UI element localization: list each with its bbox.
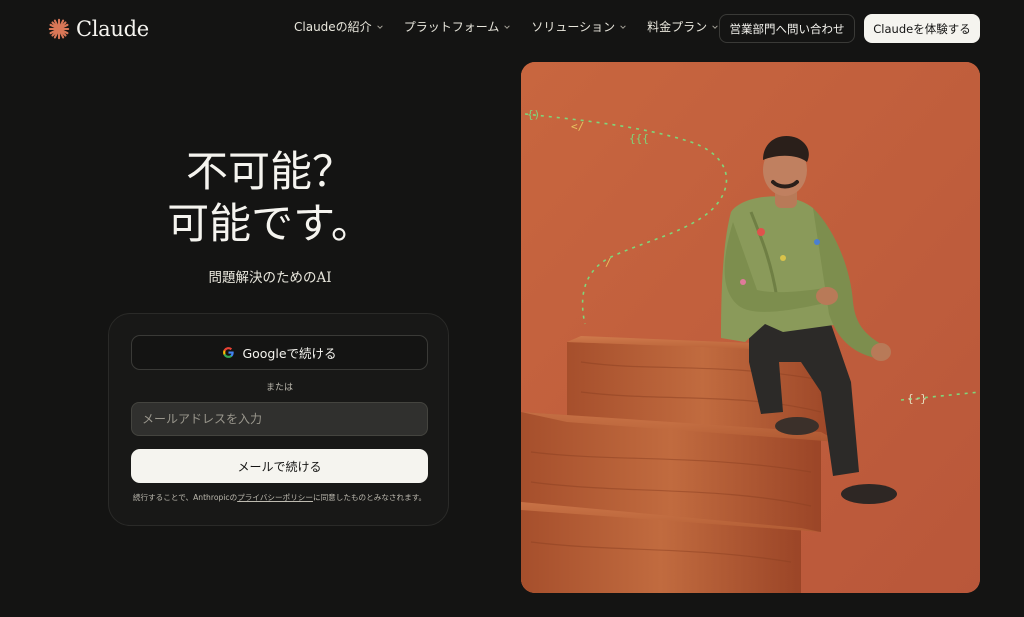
login-card: Googleで続ける または メールで続ける 続行することで、Anthropic… <box>108 313 449 526</box>
chevron-down-icon <box>712 24 718 29</box>
contact-sales-button[interactable]: 営業部門へ問い合わせ <box>719 14 855 43</box>
logo[interactable]: Claude <box>48 13 149 45</box>
nav-item-label: Claudeの紹介 <box>294 20 372 34</box>
legal-prefix: 続行することで、Anthropicの <box>132 493 238 502</box>
nav-item-pricing[interactable]: 料金プラン <box>647 18 719 35</box>
chevron-down-icon <box>376 24 383 29</box>
hero-image: {) </ {{{ {-} / <box>521 62 980 593</box>
google-continue-button[interactable]: Googleで続ける <box>131 335 428 370</box>
hero-illustration: {) </ {{{ {-} / <box>521 62 980 593</box>
hero-headline-line2: 可能です。 <box>167 199 373 248</box>
try-claude-button[interactable]: Claudeを体験する <box>864 14 980 43</box>
legal-suffix: に同意したものとみなされます。 <box>312 493 427 502</box>
nav-item-platform[interactable]: プラットフォーム <box>404 18 512 35</box>
claude-spark-icon <box>48 18 70 40</box>
nav-item-solutions[interactable]: ソリューション <box>531 18 627 35</box>
hero-subhead: 問題解決のためのAI <box>208 270 332 286</box>
nav-item-label: 料金プラン <box>647 20 708 34</box>
site-header: Claude Claudeの紹介 プラットフォーム ソリューション 料金プラン … <box>0 0 1024 58</box>
code-glyph: / <box>605 256 612 269</box>
google-button-label: Googleで続ける <box>242 346 337 361</box>
hero-headline-line1: 不可能？ <box>185 147 354 196</box>
chevron-down-icon <box>620 24 626 29</box>
code-glyph: {{{ <box>629 132 649 145</box>
wooden-steps-graphic <box>521 336 839 593</box>
legal-notice: 続行することで、Anthropicのプライバシーポリシーに同意したものとみなされ… <box>109 492 450 503</box>
google-icon <box>223 347 235 358</box>
code-glyph: {) <box>527 108 540 121</box>
email-continue-button[interactable]: メールで続ける <box>131 449 428 483</box>
code-glyph: {-} <box>907 392 927 405</box>
privacy-policy-link[interactable]: プライバシーポリシー <box>237 493 313 502</box>
code-glyph: </ <box>571 120 584 133</box>
nav-item-about[interactable]: Claudeの紹介 <box>294 18 384 35</box>
chevron-down-icon <box>504 24 511 29</box>
email-input[interactable] <box>131 402 428 436</box>
hero-headline: 不可能？ 可能です。 <box>140 146 400 250</box>
main-nav: Claudeの紹介 プラットフォーム ソリューション 料金プラン 学習 <box>294 18 775 35</box>
logo-text: Claude <box>76 17 149 41</box>
nav-item-label: プラットフォーム <box>403 20 500 34</box>
or-divider-label: または <box>265 383 293 393</box>
nav-item-label: ソリューション <box>531 20 616 34</box>
